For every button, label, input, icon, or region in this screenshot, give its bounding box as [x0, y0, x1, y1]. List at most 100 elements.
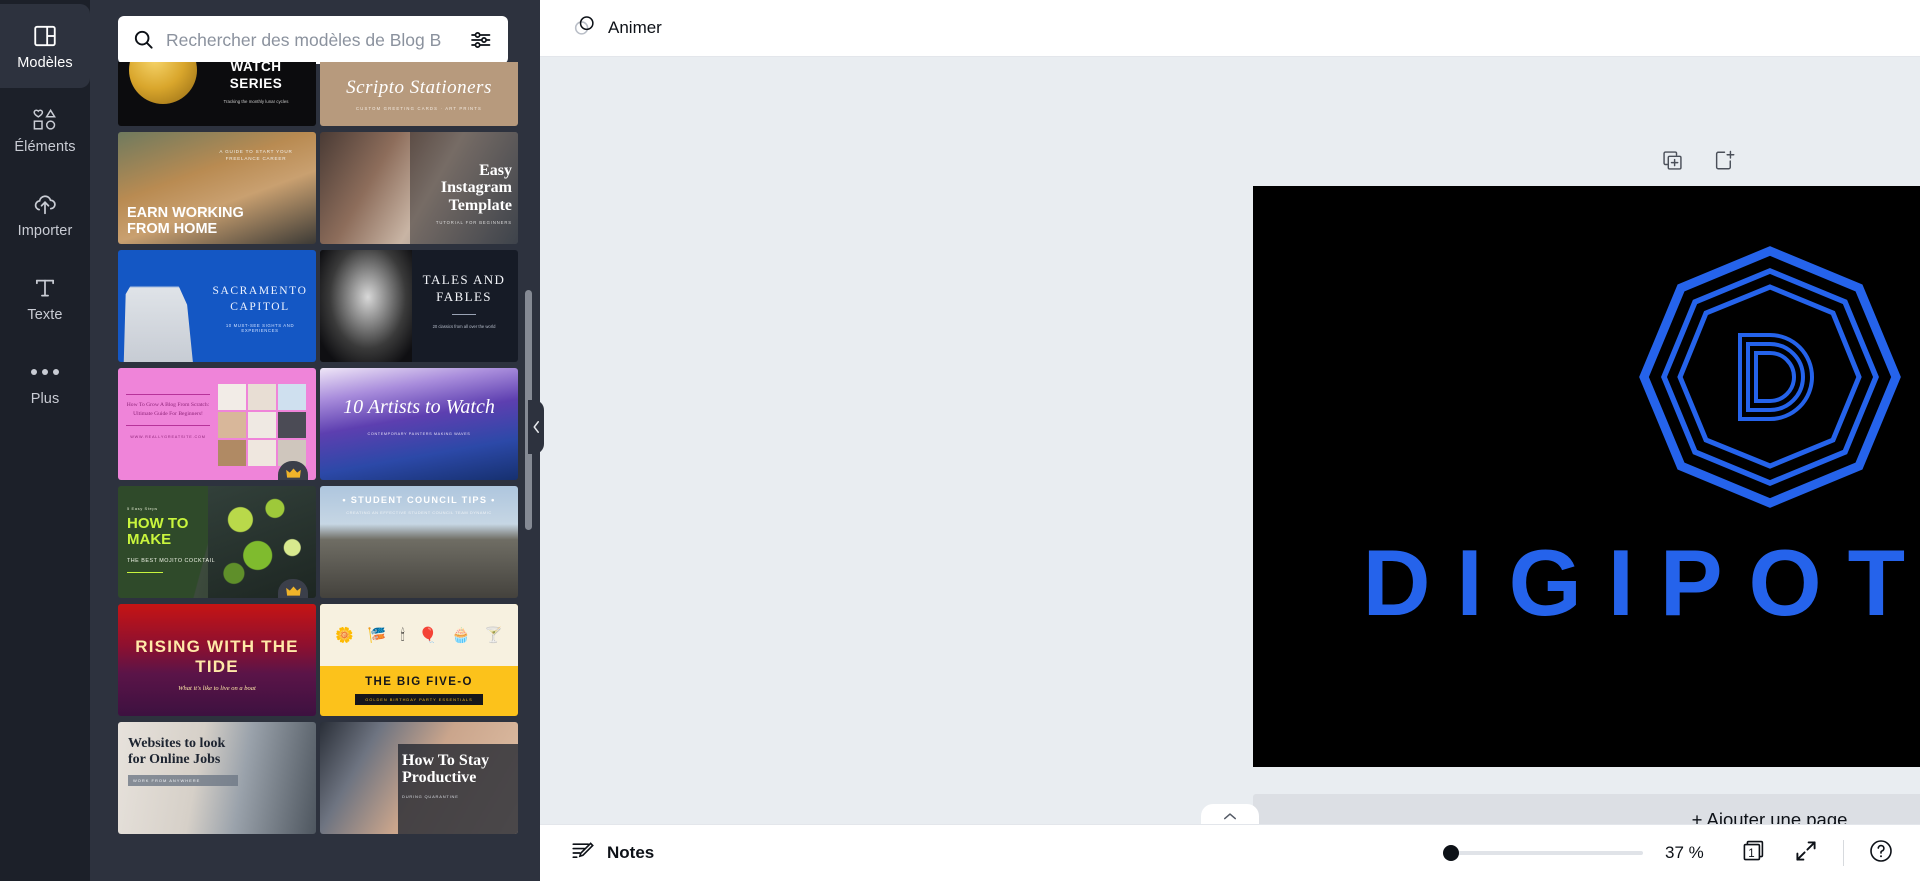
- elements-icon: [30, 105, 60, 135]
- template-title: • STUDENT COUNCIL TIPS •: [342, 495, 496, 505]
- animate-button[interactable]: Animer: [562, 7, 672, 49]
- template-subtitle: GOLDEN BIRTHDAY PARTY ESSENTIALS: [355, 694, 483, 705]
- template-card[interactable]: 10 Artists to Watch CONTEMPORARY PAINTER…: [320, 368, 518, 480]
- sidebar-item-label: Texte: [27, 307, 63, 324]
- canvas-area[interactable]: DIGIPOTENS + Ajouter une page: [540, 57, 1920, 824]
- template-subtitle: CONTEMPORARY PAINTERS MAKING WAVES: [367, 432, 471, 436]
- page-tools: [1661, 149, 1737, 173]
- template-card[interactable]: Scripto Stationers CUSTOM GREETING CARDS…: [320, 62, 518, 126]
- bottombar-right-controls: 37 % 1: [1443, 838, 1896, 868]
- template-subtitle: WWW.REALLYGREATSITE.COM: [130, 434, 206, 439]
- zoom-slider[interactable]: [1443, 844, 1643, 862]
- template-title: 10 Artists to Watch: [343, 396, 495, 418]
- animate-label: Animer: [608, 18, 662, 37]
- design-page[interactable]: DIGIPOTENS: [1253, 186, 1920, 767]
- template-card[interactable]: Easy Instagram Template TUTORIAL FOR BEG…: [320, 132, 518, 244]
- editor-main: Animer DIGIPOT + Ajouter une page Notes …: [540, 0, 1920, 881]
- template-title: TALES AND FABLES: [422, 272, 506, 304]
- templates-scroll-area[interactable]: MOON WATCH SERIES Tracking the monthly l…: [118, 62, 518, 881]
- notes-button[interactable]: Notes: [562, 832, 662, 874]
- template-title: EARN WORKING FROM HOME: [127, 205, 244, 237]
- chevron-left-icon: [532, 420, 541, 434]
- templates-grid: MOON WATCH SERIES Tracking the monthly l…: [118, 62, 518, 834]
- duplicate-page-icon[interactable]: [1661, 149, 1685, 173]
- sidebar-item-label: Éléments: [14, 139, 76, 156]
- premium-crown-badge: [278, 461, 308, 480]
- template-title: RISING WITH THE TIDE: [135, 637, 299, 677]
- expand-arrows-icon: [1794, 839, 1818, 868]
- chevron-up-icon: [1223, 808, 1237, 824]
- toolbar-divider: [1843, 840, 1844, 866]
- template-subtitle: What it's like to live on a boat: [178, 685, 256, 693]
- template-subtitle: DURING QUARANTINE: [402, 793, 459, 799]
- add-page-button[interactable]: + Ajouter une page: [1253, 794, 1920, 824]
- help-button[interactable]: [1866, 838, 1896, 868]
- expand-notes-handle[interactable]: [1201, 804, 1259, 824]
- template-title: SACRAMENTO CAPITOL: [212, 285, 308, 313]
- search-icon: [132, 28, 156, 52]
- template-subtitle: CREATING AN EFFECTIVE STUDENT COUNCIL TE…: [346, 510, 492, 515]
- templates-panel: MOON WATCH SERIES Tracking the monthly l…: [90, 0, 540, 881]
- sidebar-item-modeles[interactable]: Modèles: [0, 4, 90, 88]
- zoom-knob[interactable]: [1443, 845, 1459, 861]
- fullscreen-button[interactable]: [1791, 838, 1821, 868]
- editor-topbar: Animer: [540, 0, 1920, 57]
- template-title: HOW TO MAKE: [127, 515, 189, 548]
- template-title: Scripto Stationers: [346, 77, 492, 98]
- sidebar-item-plus[interactable]: Plus: [0, 340, 90, 424]
- template-subtitle: CUSTOM GREETING CARDS · ART PRINTS: [356, 106, 482, 111]
- template-card[interactable]: TALES AND FABLES 20 classics from all ov…: [320, 250, 518, 362]
- template-card[interactable]: RISING WITH THE TIDE What it's like to l…: [118, 604, 316, 716]
- template-title: THE BIG FIVE-O: [365, 676, 473, 688]
- text-icon: [30, 273, 60, 303]
- upload-cloud-icon: [30, 189, 60, 219]
- search-bar[interactable]: [118, 16, 508, 64]
- template-subtitle: WORK FROM ANYWHERE: [128, 774, 238, 786]
- pages-grid-button[interactable]: 1: [1739, 838, 1769, 868]
- template-card[interactable]: SACRAMENTO CAPITOL 10 MUST-SEE SIGHTS AN…: [118, 250, 316, 362]
- template-card[interactable]: MOON WATCH SERIES Tracking the monthly l…: [118, 62, 316, 126]
- brand-wordmark: DIGIPOTENS: [1362, 530, 1920, 635]
- help-question-icon: [1868, 838, 1894, 869]
- canva-editor-window: Modèles Éléments Importer Texte Plus Rec…: [0, 0, 1920, 881]
- left-tool-rail: Modèles Éléments Importer Texte Plus: [0, 0, 90, 881]
- template-title: How To Stay Productive: [402, 752, 490, 787]
- template-card[interactable]: Websites to look for Online Jobs WORK FR…: [118, 722, 316, 834]
- zoom-value: 37 %: [1665, 843, 1704, 862]
- template-title: MOON WATCH SERIES: [229, 62, 283, 91]
- add-page-label: + Ajouter une page: [1691, 808, 1848, 825]
- template-title: How To Grow A Blog From Scratch: Ultimat…: [126, 402, 210, 417]
- notes-label: Notes: [607, 843, 655, 862]
- sidebar-item-label: Importer: [17, 223, 73, 240]
- collapse-panel-handle[interactable]: [528, 400, 544, 454]
- sidebar-item-elements[interactable]: Éléments: [0, 88, 90, 172]
- template-subtitle: 10 MUST-SEE SIGHTS AND EXPERIENCES: [225, 323, 295, 334]
- sidebar-item-texte[interactable]: Texte: [0, 256, 90, 340]
- template-subtitle: THE BEST MOJITO COCKTAIL: [127, 557, 216, 564]
- sidebar-item-importer[interactable]: Importer: [0, 172, 90, 256]
- filter-sliders-icon[interactable]: [466, 25, 496, 55]
- digipotens-logo-icon: [1636, 243, 1904, 511]
- animate-circles-icon: [572, 13, 597, 43]
- template-subtitle: TUTORIAL FOR BEGINNERS: [435, 219, 512, 225]
- page-count-label: 1: [1748, 847, 1755, 860]
- editor-bottombar: Notes 37 % 1: [540, 824, 1920, 881]
- templates-icon: [30, 21, 60, 51]
- template-card[interactable]: How To Stay Productive DURING QUARANTINE: [320, 722, 518, 834]
- add-page-icon[interactable]: [1713, 149, 1737, 173]
- template-subtitle: 20 classics from all over the world: [432, 323, 496, 329]
- template-card[interactable]: 🌼 🎏 🕯 🎈 🧁 🍸 THE BIG FIVE-O GOLDEN BIRTHDAY P…: [320, 604, 518, 716]
- notes-pencil-icon: [570, 838, 595, 868]
- template-card[interactable]: 5 Easy Steps HOW TO MAKE THE BEST MOJITO…: [118, 486, 316, 598]
- premium-crown-badge: [278, 579, 308, 598]
- sidebar-item-label: Modèles: [17, 55, 73, 72]
- zoom-track: [1443, 851, 1643, 855]
- more-dots-icon: [30, 357, 60, 387]
- template-card[interactable]: • STUDENT COUNCIL TIPS • CREATING AN EFF…: [320, 486, 518, 598]
- template-card[interactable]: How To Grow A Blog From Scratch: Ultimat…: [118, 368, 316, 480]
- template-subtitle: Tracking the monthly lunar cycles: [223, 98, 289, 104]
- template-title: Easy Instagram Template: [440, 162, 512, 214]
- search-input[interactable]: [166, 29, 456, 51]
- sidebar-item-label: Plus: [30, 391, 60, 408]
- template-card[interactable]: A GUIDE TO START YOUR FREELANCE CAREER E…: [118, 132, 316, 244]
